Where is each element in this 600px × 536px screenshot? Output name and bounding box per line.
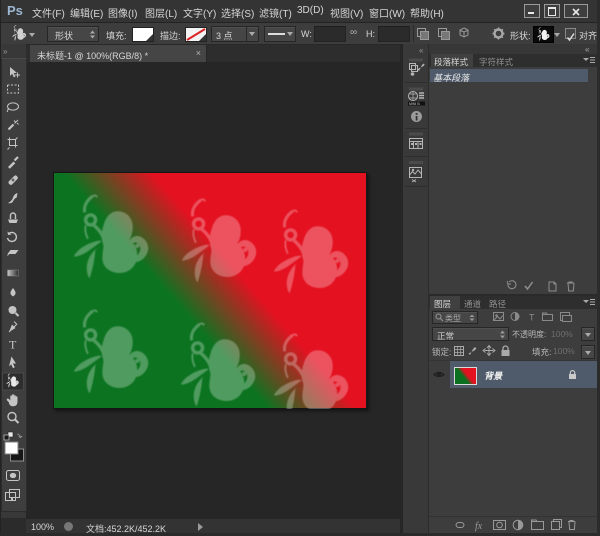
svg-text:MINI B: MINI B (409, 102, 420, 106)
svg-text:T: T (9, 338, 17, 352)
svg-text:T: T (529, 313, 535, 323)
svg-text:fx: fx (475, 521, 483, 532)
